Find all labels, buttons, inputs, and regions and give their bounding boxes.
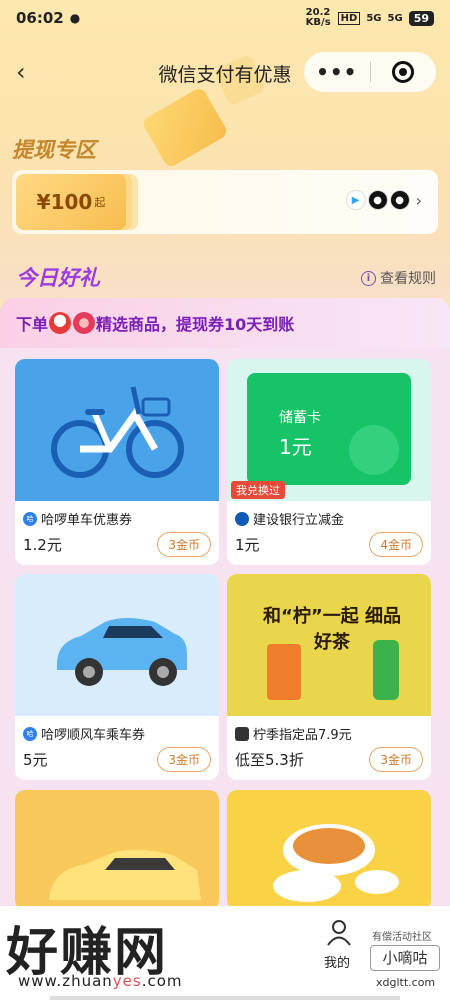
nav-bar: ‹ 微信支付有优惠 ••• <box>0 48 450 96</box>
product-price-row: 1元 4金币 <box>227 528 431 565</box>
coupon-amount: ¥100 <box>36 190 93 214</box>
view-rules-label: 查看规则 <box>380 271 436 287</box>
user-icon[interactable] <box>325 918 353 946</box>
ccb-card-image: 储蓄卡 1元 我兑换过 <box>227 359 431 501</box>
coins-button[interactable]: 4金币 <box>369 532 423 557</box>
status-indicators: 20.2 KB/s HD 5G 5G 59 <box>306 8 434 28</box>
product-name: 哈 哈啰单车优惠券 <box>15 501 219 528</box>
ccb-logo-icon <box>235 511 249 526</box>
withdraw-card[interactable]: ¥100 起 ▶ ● ● › <box>12 170 438 234</box>
info-icon: i <box>361 270 376 286</box>
coupon-suffix: 起 <box>94 196 106 209</box>
watermark-url-part2: yes <box>112 972 142 990</box>
product-name: 哈 哈啰顺风车乘车券 <box>15 716 219 743</box>
hellobike-logo-icon: 哈 <box>23 511 37 526</box>
signal-5g-2: 5G <box>387 12 403 24</box>
product-card[interactable]: 哈 哈啰单车优惠券 1.2元 3金币 <box>15 359 219 565</box>
close-target-icon <box>392 61 415 83</box>
product-name: 柠季指定品7.9元 <box>227 716 431 743</box>
withdraw-coupon: ¥100 起 <box>16 174 126 230</box>
net-speed: 20.2 KB/s <box>305 7 331 28</box>
mini-program-capsule: ••• <box>304 52 436 92</box>
chevron-right-icon: › <box>415 190 422 210</box>
status-time: 06:02 <box>16 9 64 27</box>
banner-prefix: 下单 <box>16 315 49 334</box>
product-title: 哈啰顺风车乘车券 <box>41 728 146 743</box>
wechat-icon: ● <box>69 11 81 25</box>
close-button[interactable] <box>371 61 437 83</box>
taxi-image <box>49 849 201 900</box>
product-price: 5元 <box>23 751 48 769</box>
product-card[interactable] <box>15 790 219 910</box>
promo-banner: 下单 精选商品，提现券10天到账 <box>0 298 450 348</box>
product-card[interactable] <box>227 790 431 910</box>
check-icon <box>349 425 399 475</box>
signal-5g-1: 5G <box>366 12 382 24</box>
view-rules-link[interactable]: i 查看规则 <box>361 268 436 288</box>
tencent-video-icon: ▶ <box>345 190 366 210</box>
coins-button[interactable]: 3金币 <box>157 532 211 557</box>
product-title: 建设银行立减金 <box>253 513 345 528</box>
product-price: 低至5.3折 <box>235 751 304 769</box>
watermark-domain: xdgltt.com <box>376 976 436 989</box>
product-price: 1元 <box>235 536 260 554</box>
product-card[interactable]: 和“柠”一起 细品好茶 柠季指定品7.9元 低至5.3折 3金币 <box>227 574 431 780</box>
ningji-logo-icon <box>235 726 249 741</box>
product-title: 哈啰单车优惠券 <box>41 513 133 528</box>
product-card[interactable]: 储蓄卡 1元 我兑换过 建设银行立减金 1元 4金币 <box>227 359 431 565</box>
watermark-badge: 小嘀咕 <box>370 945 440 971</box>
qq-penguin-icon: ● <box>389 190 410 210</box>
debit-card-graphic: 储蓄卡 1元 <box>247 373 411 485</box>
hd-icon: HD <box>337 11 361 25</box>
watermark-small-text: 有偿活动社区 <box>372 932 432 943</box>
watermark-url: www.zhuanyes.com <box>18 972 183 990</box>
watermark-url-part3: .com <box>141 972 183 990</box>
hellobike-logo-icon: 哈 <box>23 726 37 741</box>
product-price: 1.2元 <box>23 536 62 554</box>
app-icons: ▶ ● ● › <box>345 190 422 210</box>
food-image <box>273 824 399 902</box>
more-button[interactable]: ••• <box>304 60 370 84</box>
coins-button[interactable]: 3金币 <box>157 747 211 772</box>
watermark-url-part1: www.zhuan <box>18 972 113 990</box>
drink-bottle-icon <box>373 640 399 700</box>
product-title: 柠季指定品7.9元 <box>253 728 352 743</box>
tab-mine[interactable]: 我的 <box>324 952 350 971</box>
santa-icon <box>49 312 72 334</box>
product-name: 建设银行立减金 <box>227 501 431 528</box>
gift-icon <box>73 312 96 334</box>
product-price-row: 低至5.3折 3金币 <box>227 743 431 780</box>
product-card[interactable]: 哈 哈啰顺风车乘车券 5元 3金币 <box>15 574 219 780</box>
qq-icon: ● <box>367 190 388 210</box>
card-title: 储蓄卡 <box>279 410 321 426</box>
card-value: 1元 <box>279 435 312 459</box>
lemon-tea-image: 和“柠”一起 细品好茶 <box>227 574 431 716</box>
today-gift-title: 今日好礼 <box>16 266 100 290</box>
product-price-row: 5元 3金币 <box>15 743 219 780</box>
withdraw-zone-title: 提现专区 <box>12 138 96 162</box>
car-image <box>15 574 219 716</box>
bike-image <box>15 359 219 501</box>
drink-cup-icon <box>267 644 301 700</box>
home-indicator <box>50 996 400 1000</box>
redeemed-tag: 我兑换过 <box>231 481 285 499</box>
banner-text: 精选商品，提现券10天到账 <box>96 315 295 334</box>
product-price-row: 1.2元 3金币 <box>15 528 219 565</box>
status-bar: 06:02 ● 20.2 KB/s HD 5G 5G 59 <box>0 0 450 36</box>
battery-icon: 59 <box>408 10 434 26</box>
coins-button[interactable]: 3金币 <box>369 747 423 772</box>
